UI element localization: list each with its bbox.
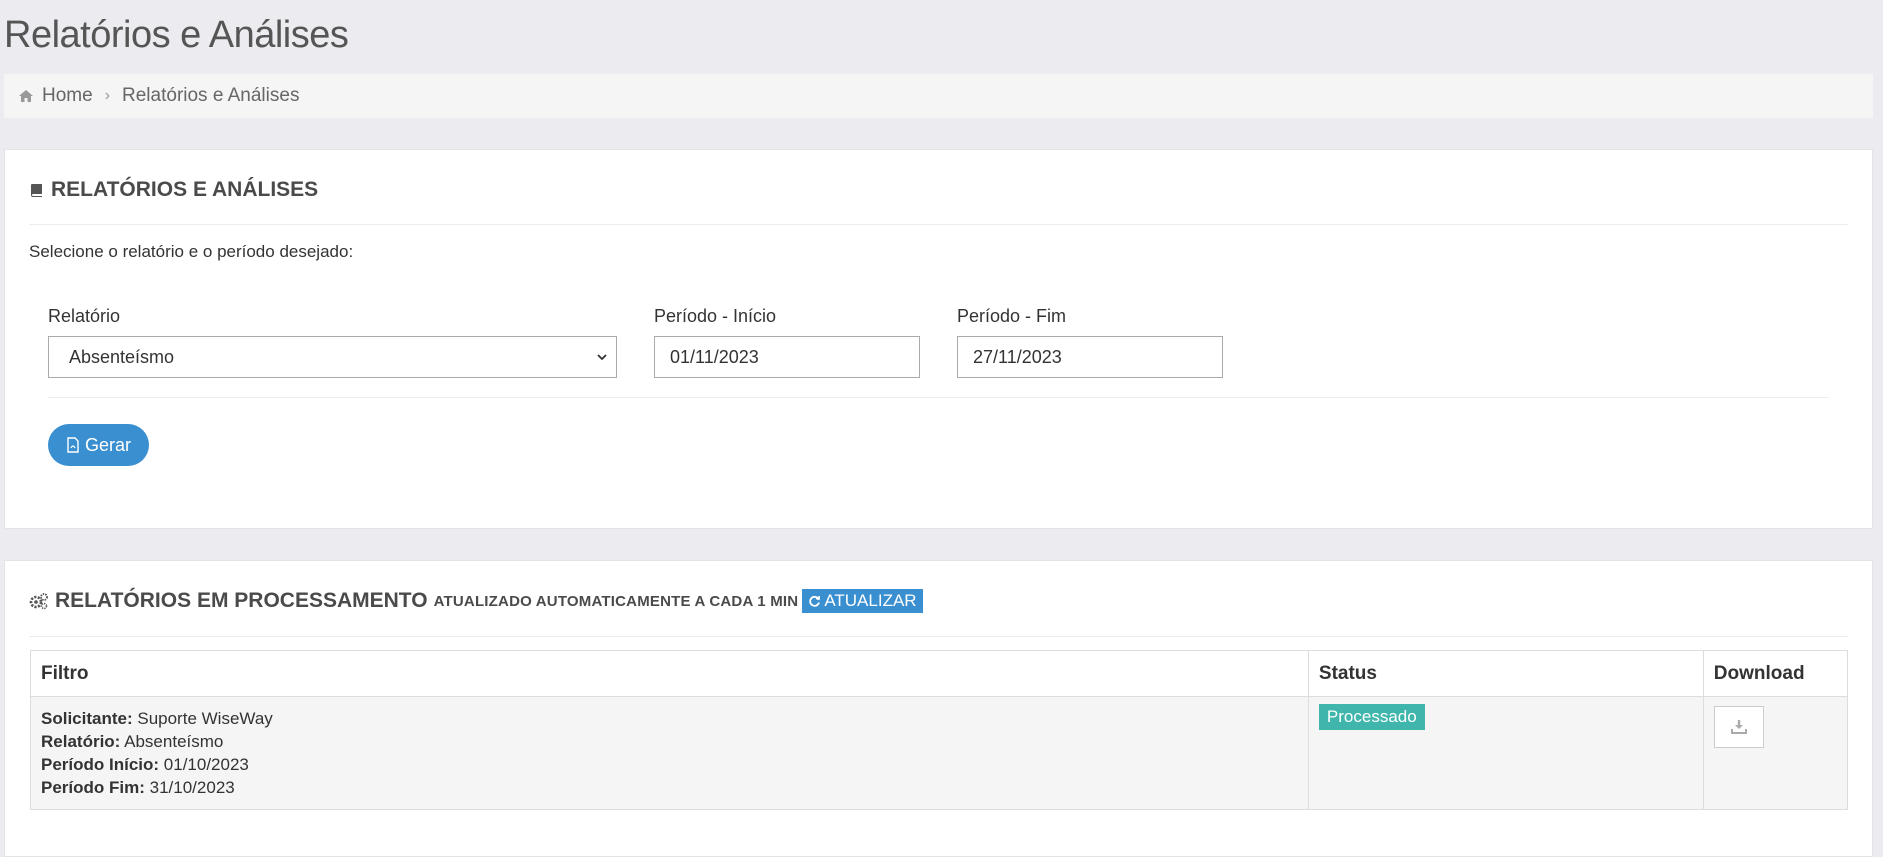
- refresh-button-label: ATUALIZAR: [824, 591, 917, 610]
- generate-button[interactable]: Gerar: [48, 424, 149, 466]
- processing-card: RELATÓRIOS EM PROCESSAMENTO ATUALIZADO A…: [4, 560, 1873, 857]
- chevron-down-icon: [597, 354, 607, 361]
- home-icon[interactable]: [18, 88, 34, 104]
- breadcrumb: Home › Relatórios e Análises: [4, 74, 1873, 118]
- filter-fim-label: Período Fim:: [41, 778, 145, 797]
- report-form-title-text: RELATÓRIOS E ANÁLISES: [51, 178, 319, 201]
- filter-inicio-value: 01/10/2023: [163, 755, 249, 774]
- table-header-row: Filtro Status Download: [30, 650, 1849, 697]
- auto-update-note: ATUALIZADO AUTOMATICAMENTE A CADA 1 MIN: [433, 592, 799, 610]
- report-form-card: RELATÓRIOS E ANÁLISES Selecione o relató…: [4, 149, 1873, 529]
- filter-solicitante-label: Solicitante:: [41, 709, 133, 728]
- generate-button-label: Gerar: [84, 434, 131, 455]
- page-title: Relatórios e Análises: [4, 14, 349, 56]
- start-date-input[interactable]: [654, 336, 920, 378]
- book-icon: [31, 184, 42, 197]
- gears-icon: [29, 593, 48, 610]
- status-badge: Processado: [1318, 704, 1425, 730]
- filter-cell: Solicitante: Suporte WiseWay Relatório: …: [30, 696, 1309, 810]
- column-header-download: Download: [1702, 650, 1849, 697]
- download-button[interactable]: [1713, 706, 1764, 748]
- filter-inicio: Período Início: 01/10/2023: [41, 753, 1298, 776]
- refresh-icon: [809, 595, 821, 607]
- column-header-filter: Filtro: [30, 650, 1309, 697]
- processing-title-text: RELATÓRIOS EM PROCESSAMENTO: [55, 589, 428, 612]
- processing-title: RELATÓRIOS EM PROCESSAMENTO ATUALIZADO A…: [29, 589, 923, 613]
- filter-fim-value: 31/10/2023: [149, 778, 235, 797]
- divider: [29, 224, 1848, 225]
- chevron-right-icon: ›: [104, 87, 111, 104]
- filter-solicitante: Solicitante: Suporte WiseWay: [41, 707, 1298, 730]
- filter-relatorio-value: Absenteísmo: [124, 732, 224, 751]
- refresh-button[interactable]: ATUALIZAR: [802, 589, 923, 613]
- divider: [48, 397, 1829, 398]
- breadcrumb-home[interactable]: Home: [42, 85, 93, 107]
- table-row: Solicitante: Suporte WiseWay Relatório: …: [30, 696, 1849, 810]
- status-cell: Processado: [1307, 696, 1704, 810]
- start-date-label: Período - Início: [654, 306, 777, 326]
- report-label: Relatório: [48, 306, 121, 326]
- filter-relatorio: Relatório: Absenteísmo: [41, 730, 1298, 753]
- instruction-text: Selecione o relatório e o período deseja…: [29, 242, 354, 261]
- column-header-status: Status: [1307, 650, 1704, 697]
- processing-table: Filtro Status Download Solicitante: Supo…: [30, 650, 1849, 810]
- end-date-input[interactable]: [957, 336, 1223, 378]
- breadcrumb-current: Relatórios e Análises: [122, 85, 300, 106]
- file-pdf-icon: [67, 437, 79, 453]
- divider: [29, 636, 1848, 637]
- report-select-value: Absenteísmo: [69, 346, 175, 367]
- filter-fim: Período Fim: 31/10/2023: [41, 776, 1298, 799]
- filter-solicitante-value: Suporte WiseWay: [137, 709, 273, 728]
- filter-relatorio-label: Relatório:: [41, 732, 121, 751]
- report-select[interactable]: Absenteísmo: [48, 336, 617, 378]
- download-icon: [1730, 720, 1747, 734]
- filter-inicio-label: Período Início:: [41, 755, 160, 774]
- download-cell: [1702, 696, 1849, 810]
- end-date-label: Período - Fim: [957, 306, 1067, 326]
- report-form-title: RELATÓRIOS E ANÁLISES: [29, 178, 318, 202]
